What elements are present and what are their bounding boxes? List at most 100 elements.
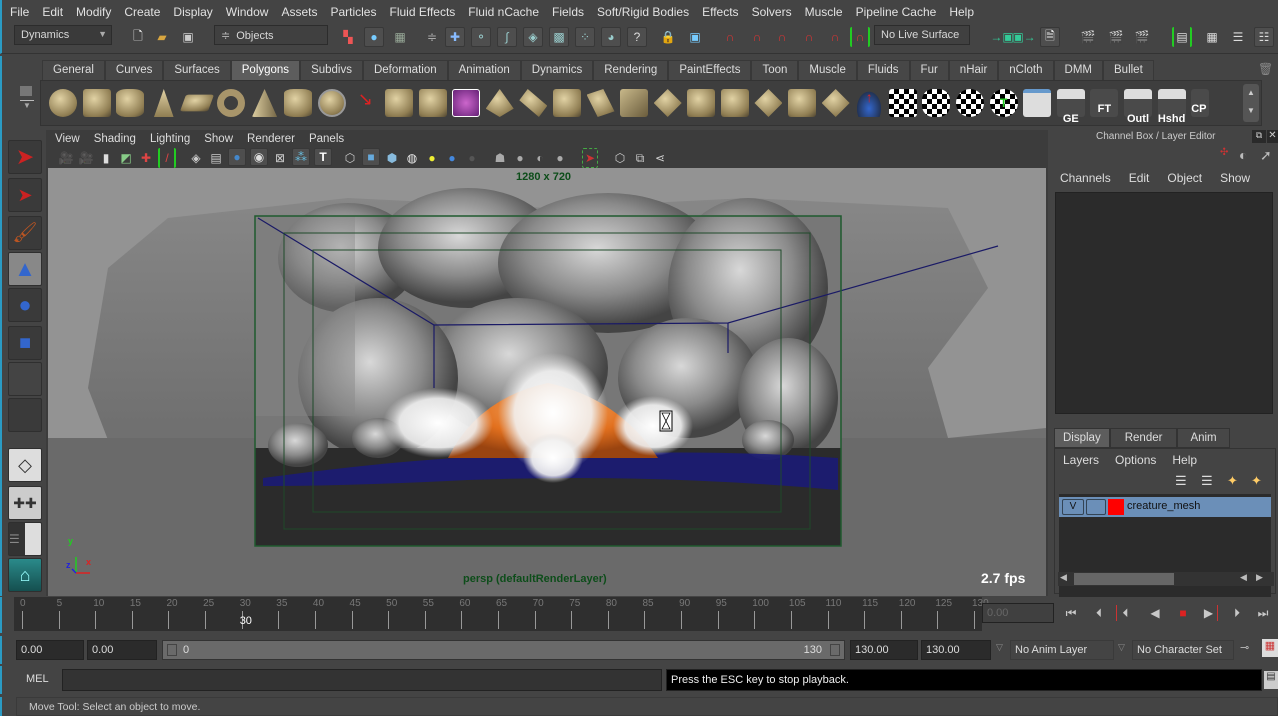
shelf-tab-subdivs[interactable]: Subdivs [300,60,363,80]
wireframe-icon[interactable]: ⬡ [342,148,358,168]
layer-display-type-toggle[interactable] [1086,499,1106,515]
anim-layer-dropdown[interactable]: No Anim Layer [1010,640,1114,660]
paint-select-tool-icon[interactable]: 🖌 [8,216,42,250]
input-ops-icon[interactable]: →▣ [990,27,1013,47]
shelf-scroll[interactable]: ▲ ▼ [1243,84,1259,122]
time-slider-track[interactable]: 0 5 10 15 20 25 30 35 40 45 50 55 60 65 70 75 80 85 90 95 10… [14,597,989,631]
layers-menu[interactable]: Layers [1063,453,1099,467]
step-back-frame-button[interactable]: ⏴ [1090,605,1108,621]
separate-icon[interactable]: ↘ [351,89,379,117]
render-view-icon[interactable]: 🎬 [1078,27,1098,47]
scroll-right-icon[interactable]: ▶ [1256,572,1263,583]
show-hide-channel-box-icon[interactable]: ☷ [1254,27,1274,47]
poly-torus-icon[interactable] [216,89,245,117]
layer-horizontal-scrollbar[interactable]: ◀ ◀ ▶ [1058,572,1274,586]
range-start-handle[interactable] [167,644,177,656]
xray-active-components-icon[interactable]: ⧉ [632,148,648,168]
select-by-component-icon[interactable]: ▦ [390,27,410,47]
uv-automatic-icon[interactable]: T [989,89,1018,117]
shelf-tab-dmm[interactable]: DMM [1053,60,1103,80]
float-panel-icon[interactable]: ⧉ [1252,130,1266,143]
shelf-button-outliner[interactable]: Outl [1124,89,1152,125]
channels-menu[interactable]: Channels [1060,171,1111,185]
shadows-icon[interactable]: ● [464,148,480,168]
snap-curve-icon[interactable]: ∩ [747,27,767,47]
current-time-field[interactable]: 0.00 [982,603,1054,623]
close-icon[interactable]: ✕ [1267,130,1278,143]
playback-start-field[interactable]: 0.00 [87,640,157,660]
select-camera-icon[interactable]: 🎥 [58,148,74,168]
script-editor-icon[interactable]: ▤ [1264,671,1278,689]
menu-file[interactable]: File [10,5,29,19]
tab-render[interactable]: Render [1109,428,1178,448]
create-empty-layer-icon[interactable]: ✦ [1227,473,1238,489]
offset-edge-loop-icon[interactable] [720,89,749,117]
viewport-menu-view[interactable]: View [55,133,80,145]
channel-box-axis-icon[interactable]: ✣ [1220,147,1236,163]
shelf-button-cp[interactable]: CP [1191,89,1210,117]
shelf-tab-curves[interactable]: Curves [104,60,164,80]
help-menu[interactable]: Help [1172,453,1197,467]
layer-color-swatch[interactable] [1108,499,1124,515]
open-scene-icon[interactable]: ▰ [152,27,172,47]
new-scene-icon[interactable]: 🗋 [128,27,148,47]
four-view-layout-icon[interactable]: ✚✚ [8,486,42,520]
select-handles-icon[interactable]: ✚ [445,27,465,47]
step-back-key-button[interactable]: ⏴ [1116,605,1134,621]
command-input[interactable] [62,669,662,691]
current-frame-marker[interactable]: 30 [240,615,252,627]
merge-icon[interactable] [653,89,682,117]
shelf-tab-general[interactable]: General [42,60,105,80]
snap-view-plane-icon[interactable]: ∩ [799,27,819,47]
shelf-tab-muscle[interactable]: Muscle [798,60,857,80]
options-menu[interactable]: Options [1115,453,1156,467]
shelf-button-ft[interactable]: FT [1090,89,1119,117]
custom-layout-icon[interactable]: ⌂ [8,558,42,592]
default-lighting-icon[interactable]: ● [424,148,440,168]
menuset-dropdown[interactable]: Dynamics ▼ [14,25,112,45]
scroll-thumb[interactable] [1074,573,1174,585]
film-gate-icon[interactable]: ▤ [208,148,224,168]
shelf-tab-ncloth[interactable]: nCloth [998,60,1054,80]
select-tool-icon[interactable]: ➤ [8,140,42,174]
character-set-dropdown[interactable]: No Character Set [1132,640,1234,660]
viewport-menu-renderer[interactable]: Renderer [247,133,295,145]
gate-mask-icon[interactable]: ◉ [250,148,268,166]
menu-muscle[interactable]: Muscle [805,5,843,19]
field-chart-icon[interactable]: ⊠ [272,148,288,168]
safe-title-icon[interactable]: T [314,148,332,166]
shelf-tab-dynamics[interactable]: Dynamics [520,60,594,80]
all-lights-icon[interactable]: ● [444,148,460,168]
scroll-left-icon[interactable]: ◀ [1240,572,1247,583]
chevron-down-icon[interactable]: ▽ [1118,642,1125,653]
single-perspective-layout-icon[interactable]: ◇ [8,448,42,482]
select-by-hierarchy-icon[interactable]: ▚ [338,27,358,47]
outliner-persp-layout-icon[interactable]: ☰ [8,522,42,556]
show-hide-attribute-editor-icon[interactable]: ▦ [1202,27,1222,47]
animation-start-field[interactable]: 0.00 [16,640,84,660]
menu-fluid-ncache[interactable]: Fluid nCache [468,5,539,19]
menu-solvers[interactable]: Solvers [752,5,792,19]
menu-assets[interactable]: Assets [281,5,317,19]
wireframe-on-shaded-icon[interactable]: ⬢ [384,148,400,168]
poly-sphere-icon[interactable] [49,89,77,117]
camera-attributes-icon[interactable]: 🎥 [78,148,94,168]
tab-anim[interactable]: Anim [1177,428,1230,448]
viewport-scene[interactable]: y z x 1280 x 720 persp (defaultRenderLay… [48,168,1046,596]
render-settings-icon[interactable]: ▤ [1172,27,1192,47]
menu-window[interactable]: Window [226,5,269,19]
shelf-tab-fur[interactable]: Fur [909,60,949,80]
depth-of-field-icon[interactable]: ● [552,148,568,168]
auto-key-icon[interactable]: ⊸ [1240,641,1249,654]
lasso-tool-icon[interactable]: ➤ [8,178,42,212]
smooth-shade-icon[interactable]: ■ [362,148,380,166]
append-polygon-icon[interactable] [552,89,581,117]
menu-effects[interactable]: Effects [702,5,738,19]
step-forward-frame-button[interactable]: ⏵ [1228,605,1246,621]
poly-pipe-icon[interactable] [284,89,313,117]
menu-soft-rigid-bodies[interactable]: Soft/Rigid Bodies [597,5,689,19]
scroll-up-icon[interactable]: ▲ [1243,84,1259,102]
multisample-aa-icon[interactable]: ◐ [532,148,548,168]
viewport-menu-show[interactable]: Show [204,133,233,145]
script-language-toggle[interactable]: MEL [26,673,49,685]
